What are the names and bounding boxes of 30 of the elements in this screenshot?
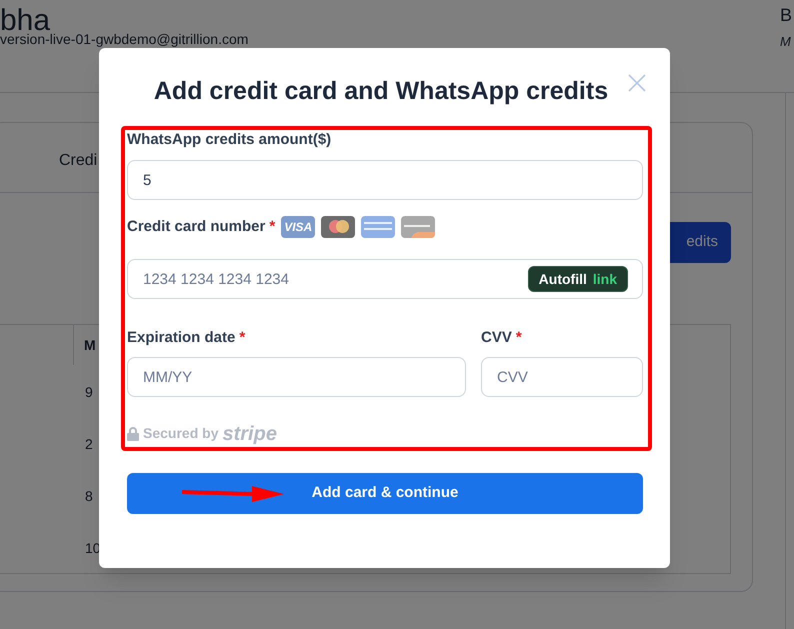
user-email: version-live-01-gwbdemo@gitrillion.com — [0, 31, 248, 47]
input-field[interactable]: 5 — [127, 160, 643, 200]
dialog-title: Add credit card and WhatsApp credits — [152, 76, 610, 107]
card-logo-icon — [321, 216, 356, 238]
field-label: Expiration date — [127, 328, 236, 348]
tab[interactable]: Credi — [59, 149, 98, 173]
card-logo-icon — [401, 216, 436, 238]
stripe-logo: stripe — [222, 424, 277, 444]
field-label: CVV — [481, 328, 512, 348]
add-card-button[interactable]: Add card & continue — [127, 473, 643, 514]
table-cell-text: 8 — [85, 487, 93, 506]
input-field[interactable]: MM/YY — [127, 357, 466, 397]
table-cell-text: 2 — [85, 435, 93, 454]
close-icon[interactable] — [628, 74, 646, 92]
card-logo-icon — [361, 216, 396, 238]
visa-logo: VISA — [281, 216, 316, 238]
page-heading: B — [780, 4, 792, 27]
field-label: WhatsApp credits amount($) — [127, 130, 332, 150]
secured-text: Secured by — [143, 424, 218, 443]
arrow-icon — [182, 485, 284, 503]
input-field[interactable]: CVV — [481, 357, 643, 397]
autofill-button[interactable]: Autofill link — [528, 266, 628, 292]
page-subtitle: M — [780, 33, 791, 51]
table-cell-text: 9 — [85, 383, 93, 402]
lock-icon — [127, 426, 139, 440]
column-header: M — [73, 325, 96, 365]
field-label: Credit card number — [127, 216, 266, 237]
required-mark: * — [269, 216, 276, 237]
required-mark: * — [516, 328, 522, 348]
required-mark: * — [239, 328, 246, 348]
